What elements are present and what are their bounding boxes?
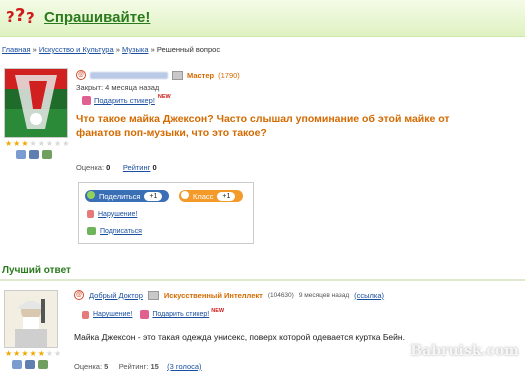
answerer-rank: Искусственный Интеллект xyxy=(163,290,263,300)
new-badge: NEW xyxy=(211,307,225,314)
answer-gift-link[interactable]: Подарить стикер! xyxy=(152,311,209,318)
share-button[interactable]: Поделиться +1 xyxy=(85,190,169,202)
answer-time: 9 месяцев назад xyxy=(298,291,350,299)
subscribe-icon xyxy=(87,227,96,235)
site-header: ??? Спрашивайте! xyxy=(0,0,525,37)
answerer-avatar[interactable] xyxy=(4,290,58,348)
rank-value: 0 xyxy=(152,163,157,172)
class-button[interactable]: Класс +1 xyxy=(179,190,243,202)
best-answer-title: Лучший ответ xyxy=(2,265,71,276)
star-filled-icon: ★ xyxy=(5,139,13,148)
answerer-stars: ★ ★ ★ ★ ★ ★ ★ xyxy=(5,350,61,358)
brand-link[interactable]: Спрашивайте! xyxy=(44,9,150,26)
new-badge: NEW xyxy=(157,93,171,100)
asker-name-blurred[interactable] xyxy=(90,71,168,79)
subscribe-link[interactable]: Подписаться xyxy=(100,228,142,235)
star-filled-icon: ★ xyxy=(37,349,45,358)
friends-icon[interactable] xyxy=(16,150,26,159)
asker-header: @ Мастер (1790) xyxy=(76,70,240,80)
closed-status: Закрыт: 4 месяца назад xyxy=(76,83,160,92)
star-filled-icon: ★ xyxy=(13,139,21,148)
question-marks-logo-icon: ??? xyxy=(6,5,35,27)
answerer-name-link[interactable]: Добрый Доктор xyxy=(89,291,143,300)
rank-link[interactable]: Рейтинг xyxy=(123,163,151,172)
asker-avatar[interactable] xyxy=(4,68,68,138)
star-filled-icon: ★ xyxy=(21,139,29,148)
star-empty-icon: ★ xyxy=(54,139,62,148)
divider xyxy=(0,279,525,281)
answer-text: Майка Джексон - это такая одежда унисекс… xyxy=(74,332,405,342)
asker-icons xyxy=(16,150,52,159)
gift-sticker[interactable]: Подарить стикер! NEW xyxy=(82,93,171,105)
star-filled-icon: ★ xyxy=(5,349,13,358)
watermark: Babruisk.com xyxy=(410,343,519,359)
report-violation[interactable]: Нарушение! xyxy=(87,210,137,218)
blog-icon[interactable] xyxy=(42,150,52,159)
share-count: +1 xyxy=(144,191,163,201)
class-count: +1 xyxy=(217,191,236,201)
star-empty-icon: ★ xyxy=(45,139,54,148)
answerer-score: (104630) xyxy=(267,291,294,299)
gift-icon xyxy=(82,96,91,105)
answer-violation-link[interactable]: Нарушение! xyxy=(93,311,132,318)
star-empty-icon: ★ xyxy=(62,139,70,148)
rating-value: 0 xyxy=(106,163,111,172)
mail-at-icon: @ xyxy=(76,70,86,80)
answerer-icons xyxy=(12,360,48,369)
answer-permalink[interactable]: (ссылка) xyxy=(354,291,384,300)
photo-icon[interactable] xyxy=(29,150,39,159)
star-filled-icon: ★ xyxy=(13,349,21,358)
message-icon[interactable] xyxy=(147,290,159,300)
subscribe[interactable]: Подписаться xyxy=(87,227,142,235)
breadcrumb-current: Решенный вопрос xyxy=(156,45,221,54)
friends-icon[interactable] xyxy=(12,360,22,369)
question-ratings: Оценка: 0 Рейтинг 0 xyxy=(76,163,157,172)
star-filled-icon: ★ xyxy=(29,349,37,358)
photo-icon[interactable] xyxy=(25,360,35,369)
asker-stars: ★ ★ ★ ★ ★ ★ ★ ★ xyxy=(5,140,69,148)
site-logo[interactable]: ??? Спрашивайте! xyxy=(6,5,150,27)
mail-at-icon: @ xyxy=(74,290,84,300)
star-empty-icon: ★ xyxy=(37,139,45,148)
asker-score: (1790) xyxy=(218,70,240,80)
gift-sticker-link[interactable]: Подарить стикер! xyxy=(94,96,155,105)
star-empty-icon: ★ xyxy=(45,349,54,358)
star-empty-icon: ★ xyxy=(54,349,62,358)
star-filled-icon: ★ xyxy=(21,349,29,358)
breadcrumb-art-culture[interactable]: Искусство и Культура xyxy=(39,45,114,54)
share-box: Поделиться +1 Класс +1 Нарушение! Подпис… xyxy=(78,182,254,244)
breadcrumb-home[interactable]: Главная xyxy=(2,45,31,54)
blog-icon[interactable] xyxy=(38,360,48,369)
question-text: Что такое майка Джексон? Часто слышал уп… xyxy=(76,113,450,139)
message-icon[interactable] xyxy=(172,70,183,80)
gift-icon xyxy=(140,310,150,319)
answer-actions: Нарушение! Подарить стикер! NEW xyxy=(82,307,225,319)
asker-rank: Мастер xyxy=(187,70,215,80)
answerer-header: @ Добрый Доктор Искусственный Интеллект … xyxy=(74,290,384,300)
warning-icon xyxy=(82,310,89,319)
breadcrumb: Главная » Искусство и Культура » Музыка … xyxy=(2,45,221,54)
warning-icon xyxy=(87,210,94,218)
breadcrumb-music[interactable]: Музыка xyxy=(122,45,149,54)
star-empty-icon: ★ xyxy=(29,139,37,148)
violation-link[interactable]: Нарушение! xyxy=(98,211,137,218)
